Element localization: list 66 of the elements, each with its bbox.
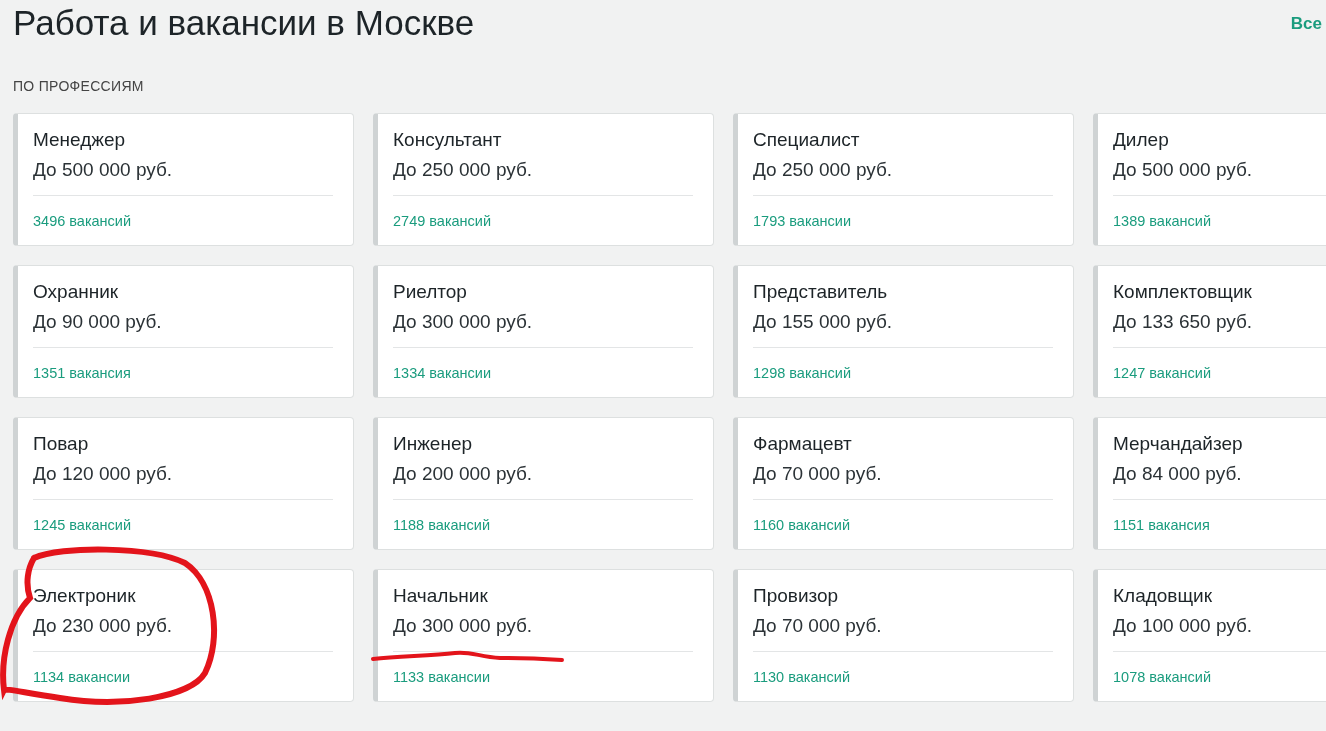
profession-name: Провизор [753, 584, 840, 608]
salary-text: До 200 000 руб. [393, 462, 534, 486]
salary-text: До 90 000 руб. [33, 310, 163, 334]
salary-text: До 500 000 руб. [33, 158, 174, 182]
profession-card[interactable]: Провизор До 70 000 руб. 1130 вакансий [733, 569, 1074, 702]
vacancy-count: 1134 вакансии [33, 669, 130, 685]
profession-card[interactable]: Фармацевт До 70 000 руб. 1160 вакансий [733, 417, 1074, 550]
profession-name: Кладовщик [1113, 584, 1214, 608]
salary-text: До 230 000 руб. [33, 614, 174, 638]
profession-name: Представитель [753, 280, 889, 304]
vacancy-count: 1151 вакансия [1113, 517, 1210, 533]
profession-card[interactable]: Инженер До 200 000 руб. 1188 вакансий [373, 417, 714, 550]
profession-name: Консультант [393, 128, 503, 152]
profession-name: Риелтор [393, 280, 468, 304]
profession-card[interactable]: Охранник До 90 000 руб. 1351 вакансия [13, 265, 354, 398]
profession-card[interactable]: Представитель До 155 000 руб. 1298 вакансий [733, 265, 1074, 398]
salary-text: До 70 000 руб. [753, 614, 883, 638]
profession-name: Дилер [1113, 128, 1170, 152]
profession-name: Комплектовщик [1113, 280, 1253, 304]
salary-text: До 133 650 руб. [1113, 310, 1254, 334]
profession-name: Мерчандайзер [1113, 432, 1244, 456]
salary-text: До 250 000 руб. [753, 158, 894, 182]
profession-card[interactable]: Комплектовщик До 133 650 руб. 1247 вакансий [1093, 265, 1326, 398]
profession-card[interactable]: Электроник До 230 000 руб. 1134 вакансии [13, 569, 354, 702]
profession-card[interactable]: Менеджер До 500 000 руб. 3496 вакансий [13, 113, 354, 246]
vacancy-count: 1188 вакансий [393, 517, 490, 533]
vacancy-count: 1245 вакансий [33, 517, 132, 533]
profession-name: Охранник [33, 280, 120, 304]
vacancy-count: 1793 вакансии [753, 213, 852, 229]
salary-text: До 500 000 руб. [1113, 158, 1254, 182]
salary-text: До 250 000 руб. [393, 158, 534, 182]
profession-card[interactable]: Дилер До 500 000 руб. 1389 вакансий [1093, 113, 1326, 246]
profession-name: Специалист [753, 128, 861, 152]
vacancy-count: 1133 вакансии [393, 669, 490, 685]
salary-text: До 70 000 руб. [753, 462, 883, 486]
vacancy-count: 1078 вакансий [1113, 669, 1212, 685]
vacancy-count: 1160 вакансий [753, 517, 850, 533]
vacancy-count: 1247 вакансий [1113, 365, 1212, 381]
vacancy-count: 2749 вакансий [393, 213, 492, 229]
salary-text: До 84 000 руб. [1113, 462, 1243, 486]
profession-card[interactable]: Начальник До 300 000 руб. 1133 вакансии [373, 569, 714, 702]
profession-card[interactable]: Кладовщик До 100 000 руб. 1078 вакансий [1093, 569, 1326, 702]
vacancy-count: 1389 вакансий [1113, 213, 1212, 229]
profession-card[interactable]: Риелтор До 300 000 руб. 1334 вакансии [373, 265, 714, 398]
profession-name: Фармацевт [753, 432, 853, 456]
salary-text: До 155 000 руб. [753, 310, 894, 334]
salary-text: До 100 000 руб. [1113, 614, 1254, 638]
profession-name: Инженер [393, 432, 474, 456]
profession-card[interactable]: Повар До 120 000 руб. 1245 вакансий [13, 417, 354, 550]
profession-name: Электроник [33, 584, 137, 608]
vacancy-count: 1351 вакансия [33, 365, 131, 381]
section-heading: ПО ПРОФЕССИЯМ [13, 78, 145, 94]
vacancy-count: 1130 вакансий [753, 669, 850, 685]
salary-text: До 120 000 руб. [33, 462, 174, 486]
vacancy-count: 1334 вакансии [393, 365, 492, 381]
vacancy-count: 1298 вакансий [753, 365, 852, 381]
profession-card[interactable]: Мерчандайзер До 84 000 руб. 1151 вакансия [1093, 417, 1326, 550]
salary-text: До 300 000 руб. [393, 614, 534, 638]
profession-name: Менеджер [33, 128, 127, 152]
page-title: Работа и вакансии в Москве [13, 2, 475, 44]
profession-card[interactable]: Специалист До 250 000 руб. 1793 вакансии [733, 113, 1074, 246]
profession-name: Повар [33, 432, 90, 456]
vacancy-count: 3496 вакансий [33, 213, 132, 229]
salary-text: До 300 000 руб. [393, 310, 534, 334]
profession-card[interactable]: Консультант До 250 000 руб. 2749 вакансий [373, 113, 714, 246]
profession-name: Начальник [393, 584, 489, 608]
